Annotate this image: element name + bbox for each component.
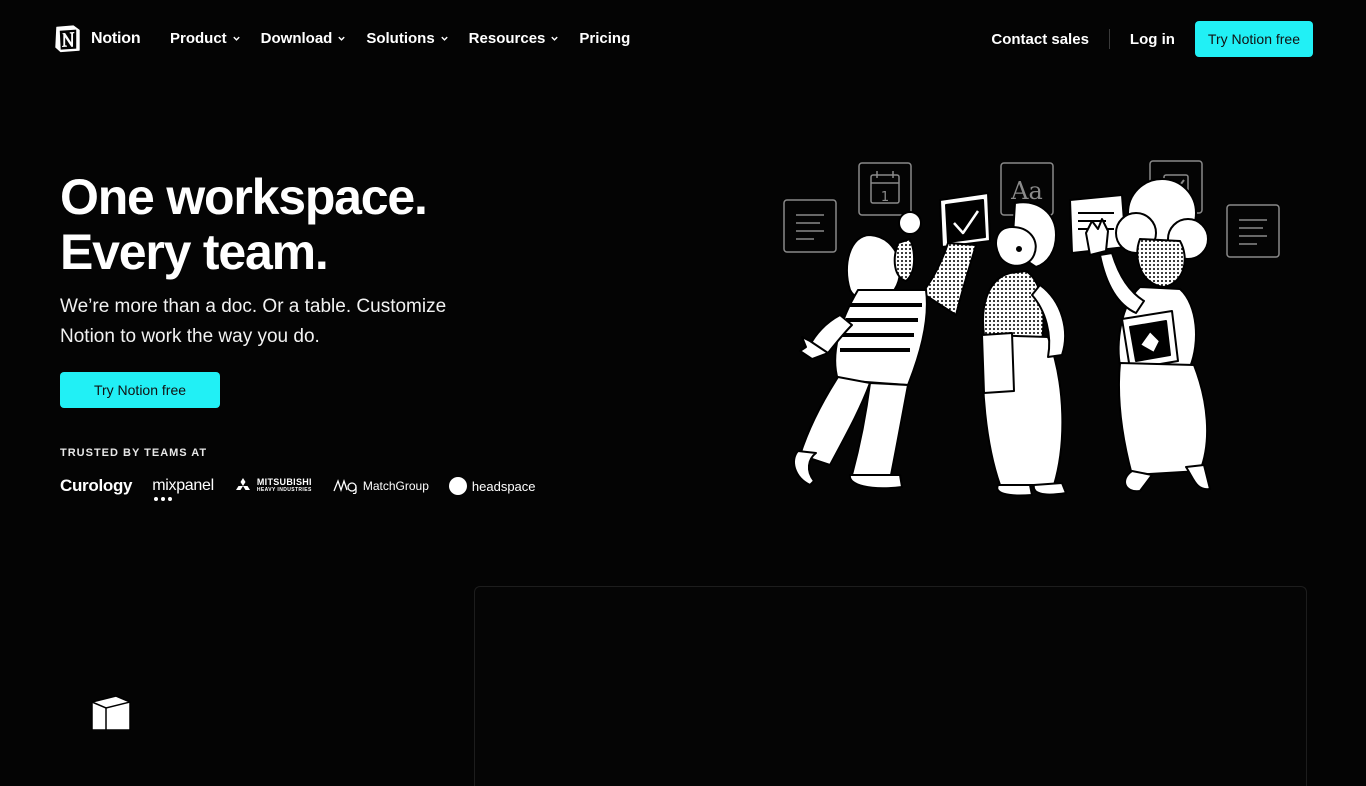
headspace-wordmark: headspace xyxy=(471,478,536,494)
curology-logo: Curology xyxy=(60,476,133,495)
top-navigation: Notion Product Download Solutions Resour… xyxy=(0,0,1366,80)
hero-title-line-1: One workspace. xyxy=(60,169,428,225)
hero-subtitle: We’re more than a doc. Or a table. Custo… xyxy=(60,296,447,347)
hero-illustration: 1 Aa xyxy=(783,160,1280,497)
mitsubishi-subtitle: HEAVY INDUSTRIES xyxy=(256,487,312,493)
menu-item-pricing[interactable]: Pricing xyxy=(579,30,630,47)
menu-item-label: Resources xyxy=(468,30,546,47)
mitsubishi-logo: MITSUBISHI HEAVY INDUSTRIES xyxy=(234,478,312,494)
brand-name: Notion xyxy=(91,29,141,47)
mitsubishi-text: MITSUBISHI HEAVY INDUSTRIES xyxy=(257,478,312,494)
matchgroup-logo: MatchGroup xyxy=(332,478,429,494)
menu-item-product[interactable]: Product xyxy=(170,30,241,47)
matchgroup-mark-icon xyxy=(333,478,357,494)
menu-item-label: Product xyxy=(170,30,227,47)
hero-title: One workspace. Every team. xyxy=(60,169,428,280)
try-notion-free-hero-button[interactable]: Try Notion free xyxy=(60,372,220,408)
headspace-dot-icon xyxy=(448,477,467,495)
person-left-figure xyxy=(793,192,991,490)
chevron-down-icon xyxy=(440,36,448,41)
chevron-down-icon xyxy=(232,36,240,41)
menu-item-download[interactable]: Download xyxy=(261,30,347,47)
person-right-figure xyxy=(1069,178,1211,493)
menu-item-label: Solutions xyxy=(366,30,435,47)
document-icon xyxy=(783,199,837,253)
mitsubishi-wordmark: MITSUBISHI xyxy=(256,477,312,487)
cube-icon xyxy=(91,695,131,730)
notion-home-link[interactable]: Notion xyxy=(52,23,141,54)
mixpanel-dots-icon xyxy=(154,497,173,501)
chevron-down-icon xyxy=(338,36,346,41)
nav-actions: Contact sales Log in Try Notion free xyxy=(991,21,1313,57)
menu-item-solutions[interactable]: Solutions xyxy=(366,30,448,47)
hero-title-line-2: Every team. xyxy=(60,224,329,280)
login-link[interactable]: Log in xyxy=(1130,31,1175,48)
chevron-down-icon xyxy=(551,36,559,41)
mitsubishi-diamonds-icon xyxy=(235,478,250,490)
matchgroup-wordmark: MatchGroup xyxy=(362,479,429,493)
contact-sales-link[interactable]: Contact sales xyxy=(991,31,1089,48)
nav-divider xyxy=(1108,29,1110,49)
trusted-by-label: TRUSTED BY TEAMS AT xyxy=(60,447,208,459)
menu-item-label: Download xyxy=(260,30,333,47)
notion-logo-icon xyxy=(55,25,80,53)
main-menu: Product Download Solutions Resources Pri… xyxy=(170,30,650,47)
calendar-day-text: 1 xyxy=(881,190,889,205)
headspace-logo: headspace xyxy=(448,477,536,495)
calendar-icon xyxy=(858,162,912,216)
try-notion-free-nav-button[interactable]: Try Notion free xyxy=(1194,21,1313,57)
mixpanel-logo: mixpanel xyxy=(152,477,214,501)
menu-item-label: Pricing xyxy=(579,30,631,47)
person-middle-figure xyxy=(981,201,1067,497)
font-tile-text: Aa xyxy=(1010,177,1043,205)
mixpanel-wordmark: mixpanel xyxy=(152,477,214,494)
product-preview-panel xyxy=(474,586,1307,786)
document-icon xyxy=(1226,204,1280,258)
menu-item-resources[interactable]: Resources xyxy=(469,30,560,47)
customer-logos: Curology mixpanel MITSUBISHI HEAVY INDUS… xyxy=(60,472,536,501)
